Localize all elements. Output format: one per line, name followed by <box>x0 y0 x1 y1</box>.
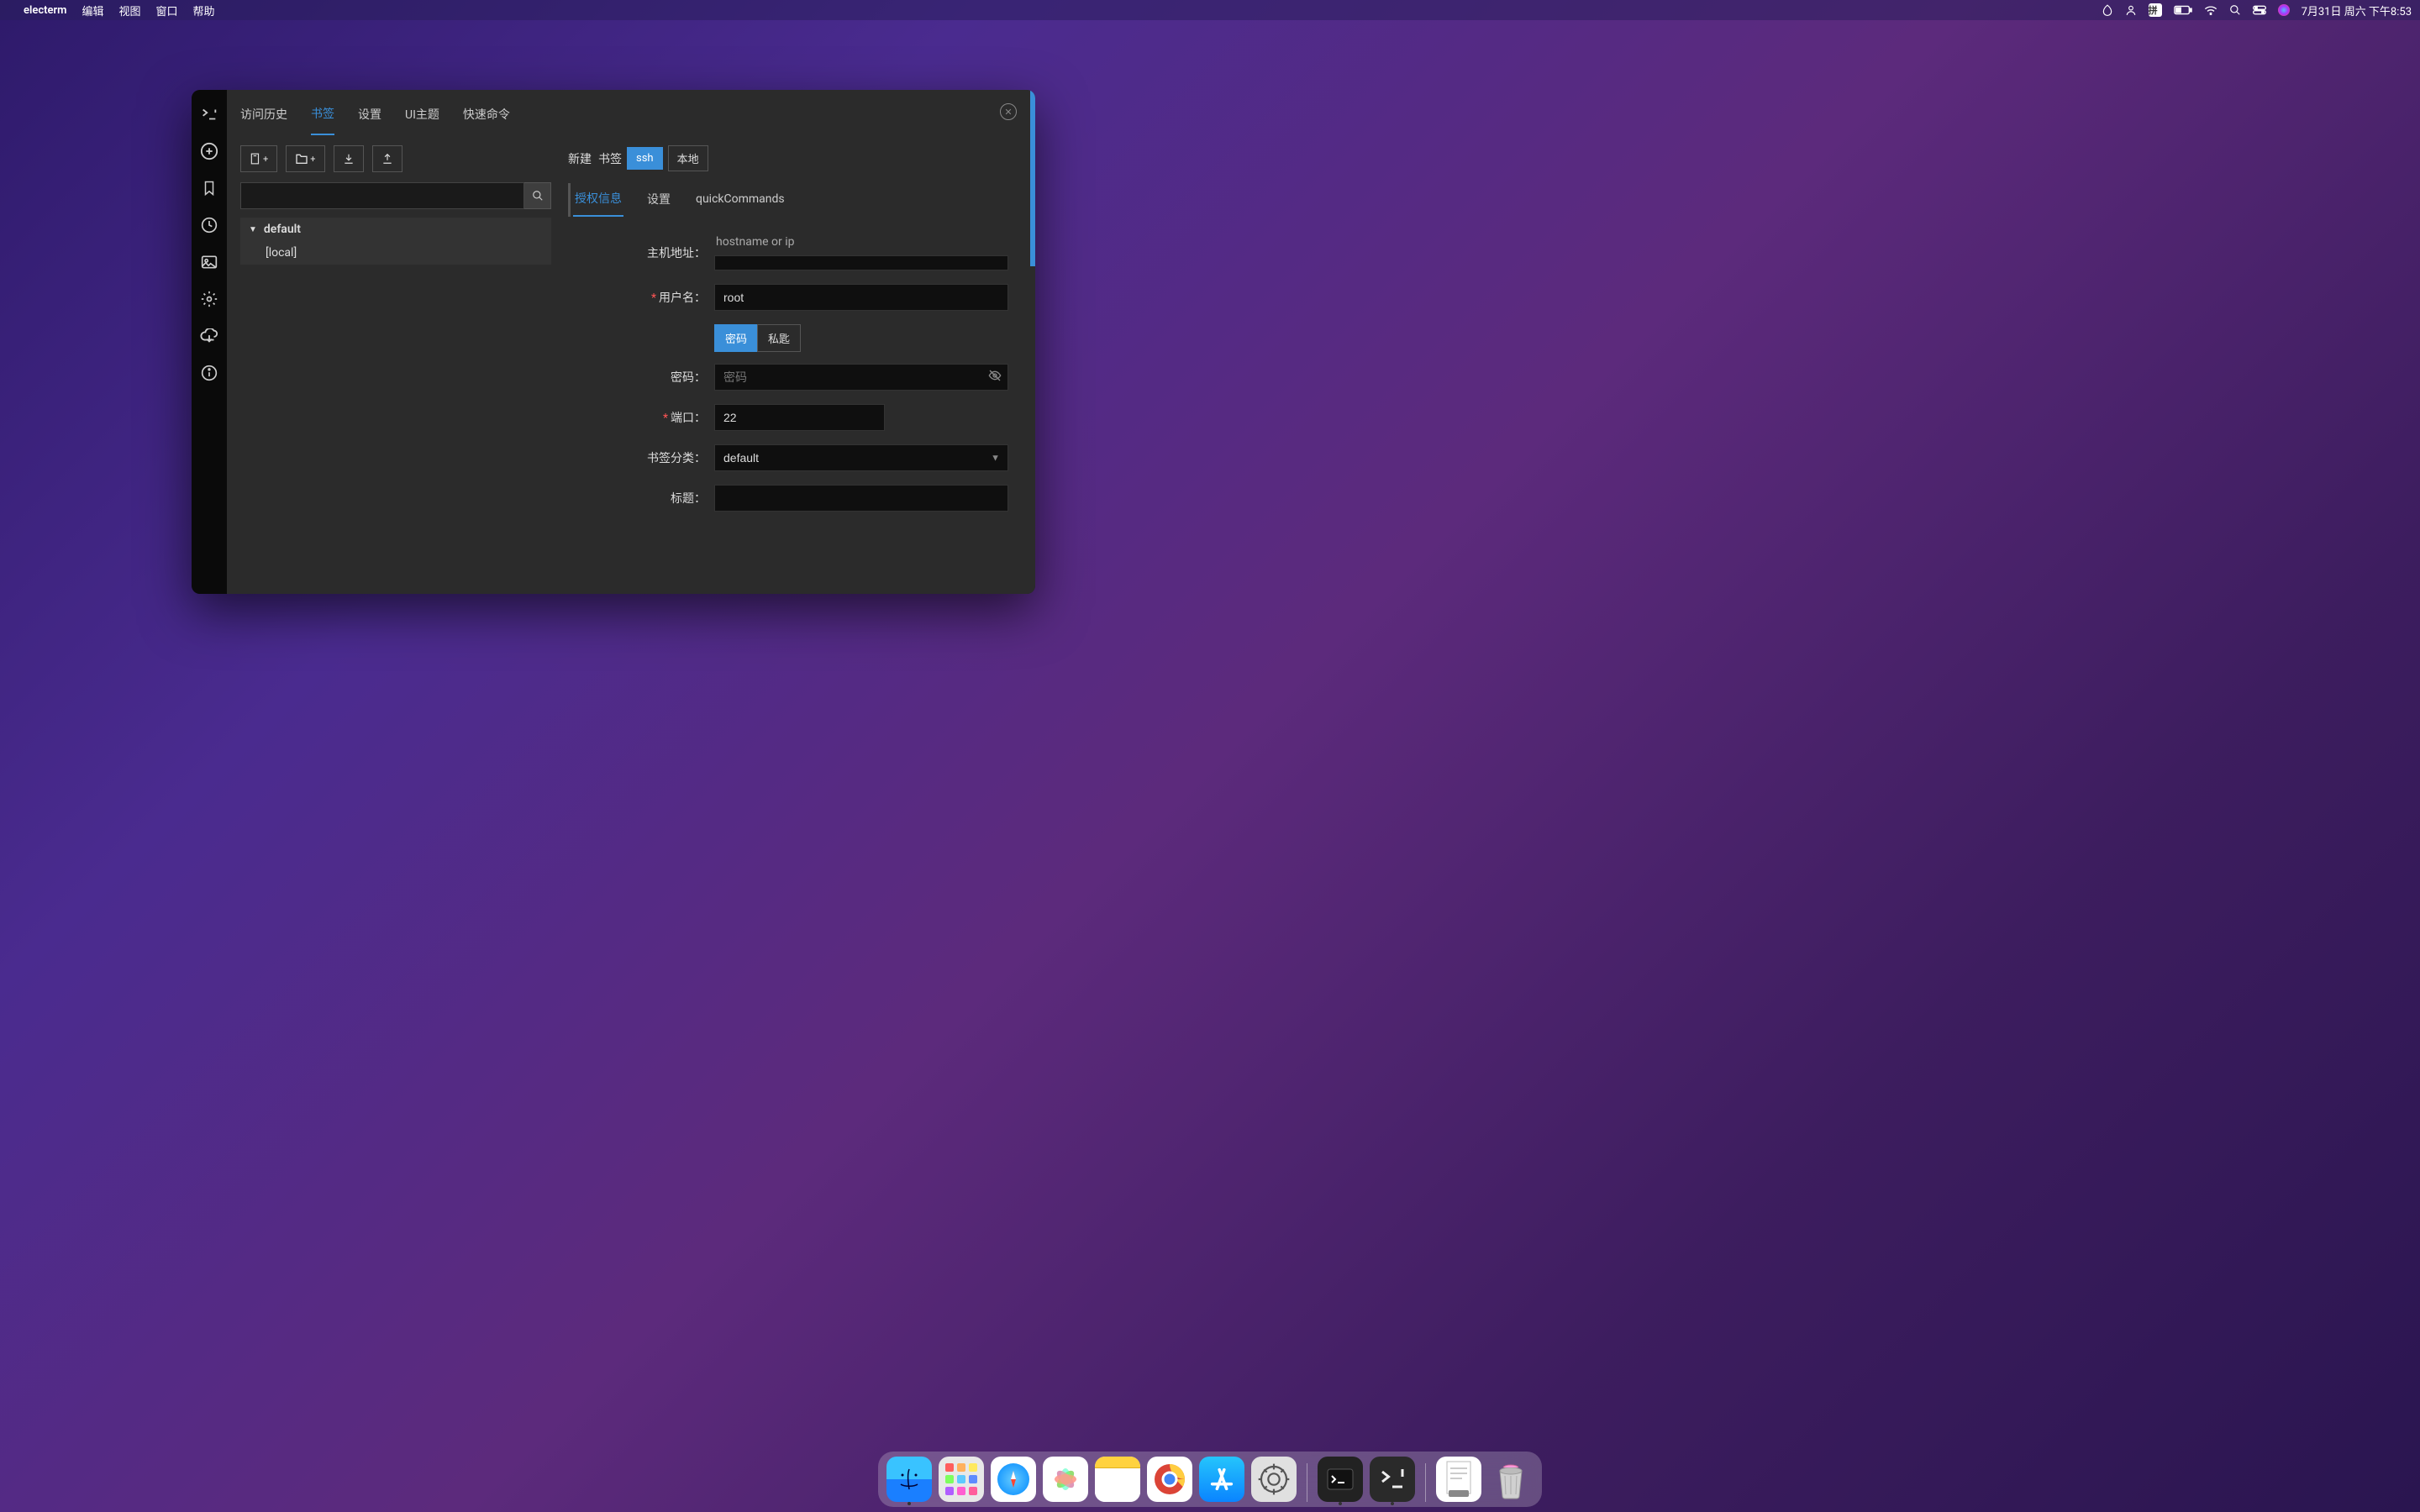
dock-launchpad[interactable] <box>939 1457 984 1502</box>
siri-icon[interactable] <box>2278 4 2290 16</box>
wifi-icon[interactable] <box>2204 5 2217 15</box>
row-category: 书签分类： ▼ <box>568 444 1008 471</box>
sub-tabs: 授权信息 设置 quickCommands <box>568 183 1008 217</box>
export-button[interactable] <box>372 145 402 172</box>
dock <box>878 1452 1542 1507</box>
row-password: 密码： <box>568 364 1008 391</box>
settings-icon[interactable] <box>200 290 218 308</box>
bookmark-toolbar: + + <box>240 145 551 172</box>
new-folder-button[interactable]: + <box>286 145 324 172</box>
form-pane: 新建 书签 ssh 本地 授权信息 设置 quickCommands 主机地址：… <box>568 145 1022 594</box>
tab-ui-theme[interactable]: UI主题 <box>405 106 439 134</box>
port-input[interactable] <box>714 404 885 431</box>
bookmark-item-label: [local] <box>266 246 297 260</box>
row-port: *端口： <box>568 404 1008 431</box>
app-window: 访问历史 书签 设置 UI主题 快速命令 ✕ + + <box>192 90 1035 594</box>
info-icon[interactable] <box>200 364 218 382</box>
host-input[interactable] <box>714 255 1008 270</box>
new-bookmark-button[interactable]: + <box>240 145 277 172</box>
label-password: 密码： <box>568 369 714 386</box>
tab-bookmarks[interactable]: 书签 <box>311 105 334 135</box>
top-tabs: 访问历史 书签 设置 UI主题 快速命令 ✕ <box>227 90 1035 135</box>
menu-window[interactable]: 窗口 <box>156 3 178 18</box>
dock-textedit[interactable] <box>1436 1457 1481 1502</box>
auth-method-segment: 密码 私匙 <box>714 324 1008 352</box>
bookmark-group[interactable]: ▼ default <box>240 218 551 241</box>
row-username: *用户名： <box>568 284 1008 311</box>
auth-privatekey-tab[interactable]: 私匙 <box>757 324 801 352</box>
search-icon[interactable] <box>2229 4 2241 16</box>
bookmark-icon[interactable] <box>200 179 218 197</box>
subtab-auth[interactable]: 授权信息 <box>573 183 623 217</box>
bookmark-search-input[interactable] <box>240 182 524 209</box>
logo-icon[interactable] <box>200 105 218 123</box>
import-button[interactable] <box>334 145 364 172</box>
title-input[interactable] <box>714 485 1008 512</box>
bookmark-group-label: default <box>264 223 301 236</box>
dock-notes[interactable] <box>1095 1457 1140 1502</box>
menubar-app-name[interactable]: electerm <box>24 4 66 17</box>
user-icon[interactable] <box>2125 4 2137 16</box>
battery-icon[interactable] <box>2174 5 2192 15</box>
tab-settings[interactable]: 设置 <box>358 106 381 134</box>
input-method-icon[interactable]: 拼 <box>2149 3 2162 17</box>
subtab-settings[interactable]: 设置 <box>645 184 672 216</box>
cloud-icon[interactable] <box>200 327 218 345</box>
menu-edit[interactable]: 编辑 <box>82 3 103 18</box>
control-center-icon[interactable] <box>2253 5 2266 15</box>
new-label: 新建 <box>568 150 592 167</box>
row-title: 标题： <box>568 485 1008 512</box>
subtab-quickcommands[interactable]: quickCommands <box>694 186 786 214</box>
leaf-icon[interactable] <box>2102 4 2113 16</box>
eye-off-icon[interactable] <box>988 369 1002 386</box>
bookmark-tree: ▼ default [local] <box>240 218 551 265</box>
host-hint: hostname or ip <box>714 235 1008 249</box>
username-input[interactable] <box>714 284 1008 311</box>
search-row <box>240 182 551 209</box>
category-select[interactable] <box>714 444 1008 471</box>
menubar: electerm 编辑 视图 窗口 帮助 拼 7月31日 周六 下午8:53 <box>0 0 2420 20</box>
type-ssh[interactable]: ssh <box>627 147 663 170</box>
main-panel: 访问历史 书签 设置 UI主题 快速命令 ✕ + + <box>227 90 1035 594</box>
bookmarks-pane: + + ▼ default [local] <box>240 145 551 594</box>
history-icon[interactable] <box>200 216 218 234</box>
image-icon[interactable] <box>200 253 218 271</box>
dock-separator-2 <box>1425 1463 1426 1502</box>
label-port: *端口： <box>568 409 714 426</box>
bookmark-item[interactable]: [local] <box>240 241 551 265</box>
type-local[interactable]: 本地 <box>668 145 708 171</box>
menubar-right: 拼 7月31日 周六 下午8:53 <box>2102 3 2412 18</box>
dock-trash[interactable] <box>1488 1457 1534 1502</box>
row-host: 主机地址： hostname or ip <box>568 235 1008 270</box>
dock-safari[interactable] <box>991 1457 1036 1502</box>
label-host: 主机地址： <box>568 244 714 261</box>
dock-photos[interactable] <box>1043 1457 1088 1502</box>
add-icon[interactable] <box>200 142 218 160</box>
dock-finder[interactable] <box>886 1457 932 1502</box>
tab-quick-commands[interactable]: 快速命令 <box>463 106 510 134</box>
menu-view[interactable]: 视图 <box>119 3 141 18</box>
dock-electerm[interactable] <box>1370 1457 1415 1502</box>
dock-terminal[interactable] <box>1318 1457 1363 1502</box>
menu-help[interactable]: 帮助 <box>193 3 215 18</box>
label-category: 书签分类： <box>568 449 714 466</box>
menubar-left: electerm 编辑 视图 窗口 帮助 <box>8 3 215 18</box>
label-username: *用户名： <box>568 289 714 306</box>
dock-appstore[interactable] <box>1199 1457 1244 1502</box>
password-input[interactable] <box>714 364 1008 391</box>
label-title: 标题： <box>568 490 714 507</box>
tab-history[interactable]: 访问历史 <box>240 106 287 134</box>
bookmark-search-button[interactable] <box>524 182 551 209</box>
dock-chrome[interactable] <box>1147 1457 1192 1502</box>
new-bookmark-header: 新建 书签 ssh 本地 <box>568 145 1008 171</box>
content-area: + + ▼ default [local] <box>227 135 1035 594</box>
label-bookmark: 书签 <box>598 150 622 167</box>
caret-down-icon: ▼ <box>249 225 257 234</box>
auth-password-tab[interactable]: 密码 <box>714 324 757 352</box>
close-icon[interactable]: ✕ <box>1000 103 1017 120</box>
left-sidebar <box>192 90 227 594</box>
dock-system-preferences[interactable] <box>1251 1457 1297 1502</box>
menubar-clock[interactable]: 7月31日 周六 下午8:53 <box>2302 3 2412 18</box>
